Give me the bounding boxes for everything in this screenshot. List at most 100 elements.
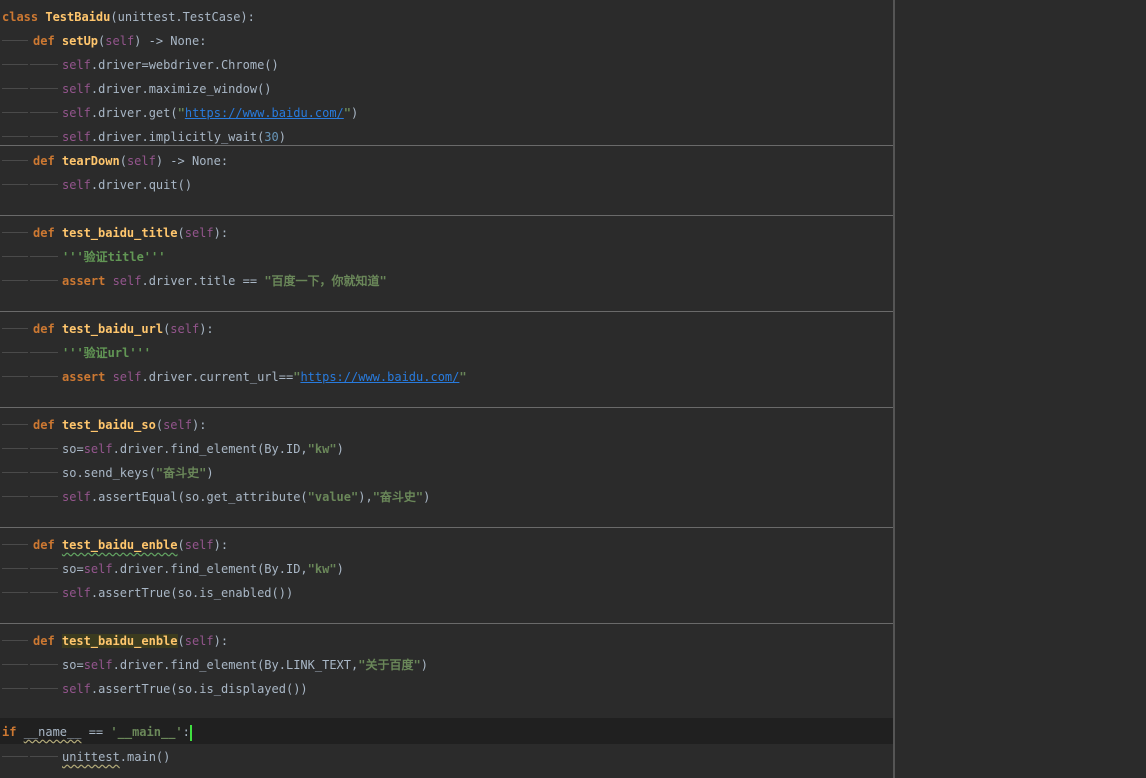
indent-guide — [30, 280, 58, 281]
code-line[interactable]: class TestBaidu(unittest.TestCase): — [0, 5, 893, 29]
indent-guide — [2, 640, 28, 641]
indent-guide — [2, 160, 28, 161]
code-token: self — [62, 178, 91, 192]
code-line[interactable]: self.assertTrue(so.is_enabled()) — [0, 581, 893, 605]
code-token: self — [105, 34, 135, 48]
code-line[interactable]: so=self.driver.find_element(By.ID,"kw") — [0, 437, 893, 461]
indent-guide — [2, 664, 28, 665]
code-token: .assertTrue(so.is_enabled()) — [90, 586, 294, 600]
code-text: unittest.main() — [62, 745, 170, 769]
code-line[interactable]: so=self.driver.find_element(By.ID,"kw") — [0, 557, 893, 581]
method-separator-line — [0, 311, 893, 312]
code-text: self.driver=webdriver.Chrome() — [62, 53, 279, 77]
code-text: assert self.driver.current_url== "https:/… — [62, 365, 467, 389]
code-token: def — [33, 34, 62, 48]
code-line[interactable]: def test_baidu_enble(self): — [0, 629, 893, 653]
code-line[interactable]: def test_baidu_enble(self): — [0, 533, 893, 557]
code-token: "value" — [307, 490, 359, 504]
code-line[interactable]: so=self.driver.find_element(By.LINK_TEXT… — [0, 653, 893, 677]
code-token: if — [2, 725, 24, 739]
method-separator-line — [0, 407, 893, 408]
indent-guide — [2, 592, 28, 593]
indent-guide — [2, 184, 28, 185]
indent-guide — [2, 568, 28, 569]
code-text: '''验证title''' — [62, 245, 165, 269]
code-token: '''验证url''' — [62, 346, 152, 360]
code-line[interactable]: self.assertEqual(so.get_attribute("value… — [0, 485, 893, 509]
code-token: self — [62, 490, 91, 504]
code-token: self — [62, 682, 91, 696]
code-token: .assertTrue(so.is_displayed()) — [90, 682, 308, 696]
code-line[interactable]: assert self.driver.current_url== "https:/… — [0, 365, 893, 389]
code-line[interactable]: if __name__ == '__main__': — [0, 720, 893, 744]
code-line[interactable]: self.assertTrue(so.is_displayed()) — [0, 677, 893, 701]
code-text: self.driver.quit() — [62, 173, 192, 197]
code-token: "奋斗史" — [155, 466, 207, 480]
code-text: self.assertEqual(so.get_attribute("value… — [62, 485, 430, 509]
code-token: test_baidu_enble — [61, 538, 178, 552]
indent-guide — [30, 568, 58, 569]
code-token: def — [33, 538, 62, 552]
code-token: self — [112, 370, 142, 384]
method-separator-line — [0, 215, 893, 216]
indent-guide — [30, 256, 58, 257]
code-line[interactable]: self.driver.get("https://www.baidu.com/"… — [0, 101, 893, 125]
code-token: .assertEqual(so.get_attribute( — [90, 490, 308, 504]
code-token: self — [83, 562, 113, 576]
code-token: '__main__' — [110, 725, 183, 739]
code-token: ( — [155, 418, 164, 432]
indent-guide — [2, 64, 28, 65]
code-token: .driver.current_url== — [141, 370, 294, 384]
code-line[interactable]: self.driver.maximize_window() — [0, 77, 893, 101]
code-token: so= — [62, 562, 84, 576]
code-token: .driver.find_element(By.ID, — [112, 442, 308, 456]
code-token: self — [83, 442, 113, 456]
code-line[interactable]: assert self.driver.title == "百度一下，你就知道" — [0, 269, 893, 293]
code-token: self — [126, 154, 156, 168]
indent-guide — [2, 688, 28, 689]
editor-right-area — [895, 0, 1146, 778]
code-token: self — [62, 82, 91, 96]
code-token: "百度一下，你就知道" — [264, 274, 387, 288]
code-line[interactable]: def tearDown(self) -> None: — [0, 149, 893, 173]
code-editor[interactable]: class TestBaidu(unittest.TestCase): def s… — [0, 0, 1146, 778]
code-token: 30 — [264, 130, 279, 144]
code-token: ) — [423, 490, 431, 504]
indent-guide — [30, 184, 58, 185]
code-text: def test_baidu_so(self): — [33, 413, 206, 437]
code-line[interactable]: so.send_keys("奋斗史") — [0, 461, 893, 485]
code-token: ): — [213, 538, 229, 552]
code-line[interactable]: def test_baidu_so(self): — [0, 413, 893, 437]
code-token: " — [459, 370, 467, 384]
method-separator-line — [0, 145, 893, 146]
code-text: so=self.driver.find_element(By.ID,"kw") — [62, 437, 344, 461]
code-token: __name__ — [23, 725, 82, 739]
indent-guide — [30, 88, 58, 89]
code-line[interactable]: self.driver=webdriver.Chrome() — [0, 53, 893, 77]
code-line[interactable]: unittest.main() — [0, 745, 893, 769]
code-token: self — [62, 58, 91, 72]
code-token: self — [184, 634, 214, 648]
code-line[interactable]: def setUp(self) -> None: — [0, 29, 893, 53]
code-token: assert — [62, 274, 113, 288]
code-token: self — [83, 658, 113, 672]
code-token: ): — [199, 322, 214, 336]
code-token: ): — [191, 418, 207, 432]
code-token: .driver.find_element(By.LINK_TEXT, — [112, 658, 359, 672]
code-line[interactable]: def test_baidu_url(self): — [0, 317, 893, 341]
indent-guide — [30, 352, 58, 353]
code-line[interactable]: def test_baidu_title(self): — [0, 221, 893, 245]
code-token: self — [62, 130, 91, 144]
code-token: ), — [358, 490, 373, 504]
code-token: def — [33, 322, 62, 336]
code-token: test_baidu_so — [61, 418, 156, 432]
code-token: setUp — [61, 34, 99, 48]
indent-guide — [2, 256, 28, 257]
indent-guide — [2, 88, 28, 89]
code-line[interactable]: '''验证title''' — [0, 245, 893, 269]
code-token: TestBaidu — [45, 10, 111, 24]
code-line[interactable]: '''验证url''' — [0, 341, 893, 365]
code-token: ( — [119, 154, 127, 168]
code-line[interactable]: self.driver.quit() — [0, 173, 893, 197]
code-token: self — [184, 226, 214, 240]
